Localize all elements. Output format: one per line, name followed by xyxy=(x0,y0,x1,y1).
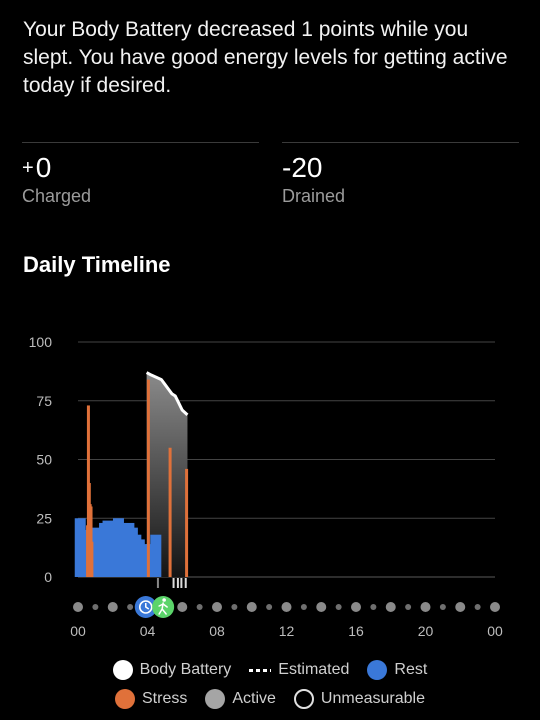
timeline-dot xyxy=(212,602,222,612)
x-axis-labels: 00 04 08 12 16 20 00 xyxy=(70,623,503,639)
y-tick-label: 50 xyxy=(36,452,52,468)
timeline-dot xyxy=(92,604,99,610)
charged-label: Charged xyxy=(22,186,92,206)
y-tick-label: 0 xyxy=(44,569,52,585)
daily-timeline-chart: 100 75 50 25 0 00 04 08 12 16 20 00 xyxy=(29,334,503,639)
legend-row-2: Stress Active Unmeasurable xyxy=(0,689,540,709)
timeline-dot xyxy=(266,604,273,610)
drained-label: Drained xyxy=(282,186,346,206)
legend-active: Active xyxy=(205,689,276,709)
x-tick-label: 20 xyxy=(418,623,434,639)
daily-timeline-title: Daily Timeline xyxy=(23,252,171,277)
timeline-dot xyxy=(73,602,83,612)
charged-stat: +0 Charged xyxy=(22,142,259,207)
timeline-dot xyxy=(316,602,327,612)
y-axis-labels: 100 75 50 25 0 xyxy=(29,334,53,585)
estimated-dashed-line-icon xyxy=(249,668,272,672)
drained-stat: -20 Drained xyxy=(282,142,519,207)
timeline-dot xyxy=(385,602,396,612)
timeline-dot xyxy=(177,602,188,612)
legend-label: Unmeasurable xyxy=(320,690,425,707)
legend-label: Estimated xyxy=(278,661,350,678)
body-battery-summary: Your Body Battery decreased 1 points whi… xyxy=(23,18,508,97)
activity-tick-mark xyxy=(184,578,187,588)
legend-label: Rest xyxy=(394,661,428,678)
activity-tick-mark xyxy=(172,578,175,588)
charged-number: 0 xyxy=(35,152,52,183)
timeline-dot xyxy=(474,604,481,610)
y-tick-label: 25 xyxy=(36,510,52,526)
x-tick-label: 12 xyxy=(279,623,295,639)
legend-body-battery: Body Battery xyxy=(112,660,232,680)
timeline-dot xyxy=(246,602,257,612)
timeline-dot xyxy=(300,604,307,610)
legend-estimated: Estimated xyxy=(249,661,349,679)
x-tick-label: 04 xyxy=(140,623,156,639)
timeline-dot xyxy=(196,604,203,610)
walker-head xyxy=(162,598,166,602)
legend-label: Active xyxy=(232,690,276,707)
body-battery-swatch-icon xyxy=(112,660,133,680)
timeline-dot xyxy=(351,602,361,612)
x-tick-label: 00 xyxy=(487,623,503,639)
legend-label: Stress xyxy=(142,690,188,707)
legend-label: Body Battery xyxy=(139,661,232,678)
drained-value: -20 xyxy=(282,152,323,183)
timeline-markers xyxy=(134,596,175,618)
legend-stress: Stress xyxy=(115,689,187,709)
activity-tick-mark xyxy=(180,578,183,588)
activity-tick-marks xyxy=(156,578,187,588)
charged-prefix: + xyxy=(22,157,34,179)
unmeasurable-swatch-icon xyxy=(293,689,314,709)
timeline-dot xyxy=(439,604,446,610)
y-tick-label: 100 xyxy=(29,334,53,350)
timeline-dot xyxy=(420,602,431,612)
timeline-dot xyxy=(335,604,342,610)
timeline-dot xyxy=(370,604,377,610)
timeline-dot xyxy=(490,602,500,612)
legend-unmeasurable: Unmeasurable xyxy=(293,689,425,709)
x-tick-label: 08 xyxy=(209,623,225,639)
rest-swatch-icon xyxy=(367,660,388,680)
legend-row-1: Body Battery Estimated Rest xyxy=(0,660,540,680)
x-tick-label: 00 xyxy=(70,623,86,639)
timeline-dot xyxy=(107,602,118,612)
timeline-dot xyxy=(281,602,292,612)
timeline-dot xyxy=(231,604,238,610)
stress-bar xyxy=(90,541,94,577)
stress-bar xyxy=(168,447,172,577)
legend-rest: Rest xyxy=(367,660,427,680)
activity-tick-mark xyxy=(176,578,179,588)
stress-swatch-icon xyxy=(115,689,135,709)
timeline-dot xyxy=(405,604,412,610)
activity-tick-mark xyxy=(156,578,159,588)
x-tick-label: 16 xyxy=(348,623,364,639)
y-tick-label: 75 xyxy=(36,393,52,409)
active-swatch-icon xyxy=(205,689,226,709)
stress-bar xyxy=(185,468,189,577)
stress-bar xyxy=(146,379,150,577)
timeline-dot xyxy=(127,604,134,610)
rest-bar xyxy=(150,534,162,577)
walking-activity-icon xyxy=(152,596,175,618)
timeline-dot xyxy=(455,602,466,612)
charged-value: +0 xyxy=(22,151,259,185)
